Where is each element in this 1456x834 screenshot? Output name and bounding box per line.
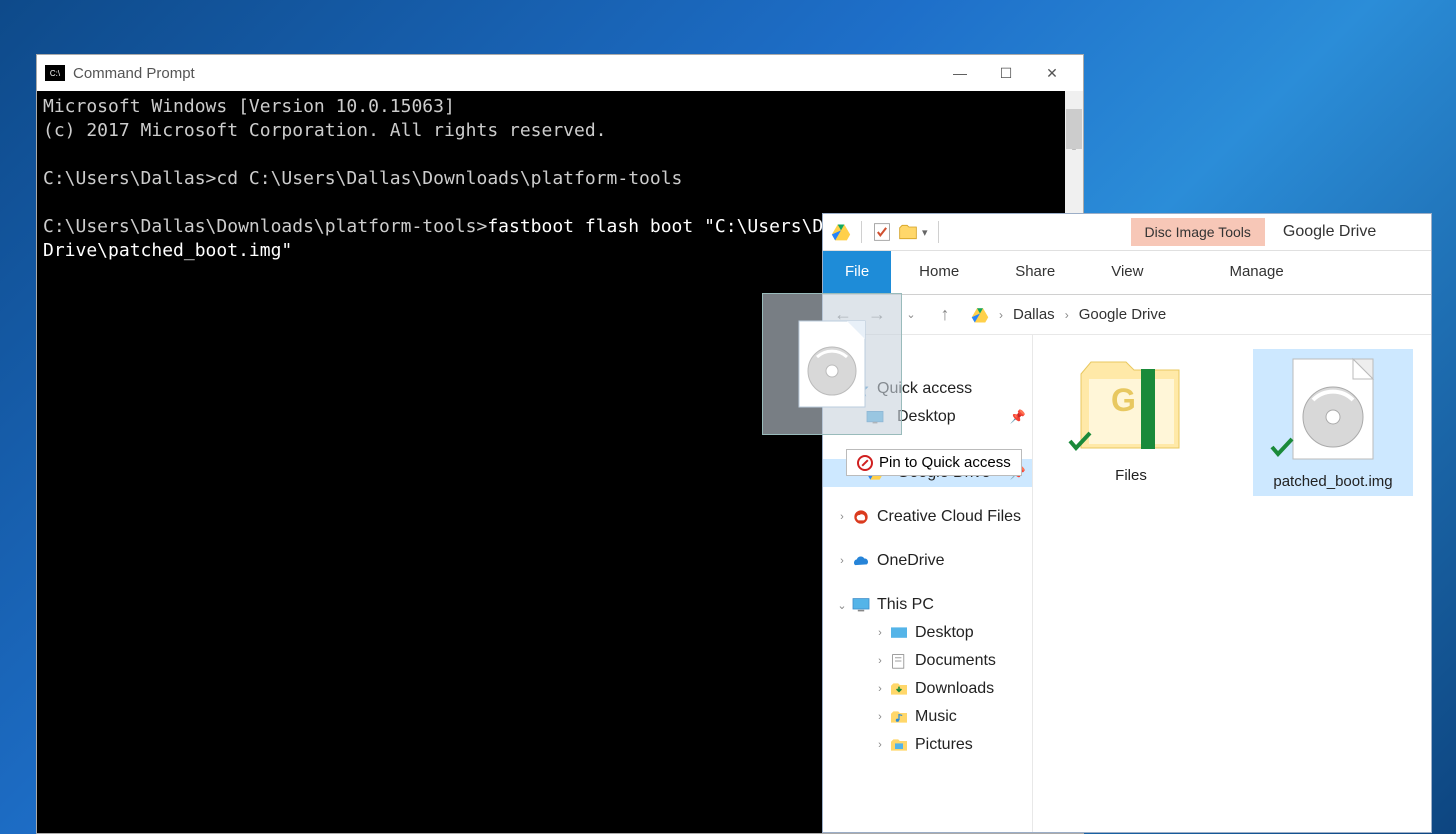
cmd-icon: C:\ [45,65,65,81]
breadcrumb-segment[interactable]: Dallas [1013,306,1055,323]
google-drive-icon [971,306,989,324]
tree-creative-cloud[interactable]: › Creative Cloud Files [823,503,1032,531]
tree-label: Creative Cloud Files [877,508,1021,526]
music-icon [889,709,909,725]
tree-onedrive[interactable]: › OneDrive [823,547,1032,575]
chevron-down-icon[interactable]: ⌄ [833,599,851,612]
minimize-button[interactable]: — [937,58,983,88]
tree-label: Documents [915,652,996,670]
disc-image-icon [797,319,867,409]
tree-label: Desktop [897,408,956,426]
tree-label: Pictures [915,736,973,754]
sync-checkmark-icon [1067,431,1093,451]
pin-icon[interactable]: 📌 [1010,409,1026,425]
file-item-disc-image[interactable]: patched_boot.img [1253,349,1413,496]
ribbon-tabs: File Home Share View Manage [823,251,1431,295]
tree-this-pc[interactable]: ⌄ This PC [823,591,1032,619]
breadcrumb[interactable]: › Dallas › Google Drive [971,306,1166,324]
chevron-right-icon[interactable]: › [999,308,1003,322]
tree-pc-pictures[interactable]: › Pictures [823,731,1032,759]
cmd-prompt: C:\Users\Dallas> [43,168,216,189]
chevron-right-icon[interactable]: › [871,627,889,639]
desktop-icon [889,625,909,641]
quick-access-toolbar: ▾ [823,221,951,243]
cmd-line: Microsoft Windows [Version 10.0.15063] [43,96,455,117]
chevron-right-icon[interactable]: › [871,655,889,667]
tab-file[interactable]: File [823,251,891,294]
pictures-icon [889,737,909,753]
pc-icon [851,597,871,613]
maximize-button[interactable]: ☐ [983,58,1029,88]
cmd-line: (c) 2017 Microsoft Corporation. All righ… [43,120,607,141]
sync-checkmark-icon [1269,437,1295,457]
chevron-right-icon[interactable]: › [833,555,851,567]
close-button[interactable]: ✕ [1029,58,1075,88]
file-label: Files [1051,467,1211,484]
context-tab-disc-image-tools[interactable]: Disc Image Tools [1131,218,1265,246]
breadcrumb-segment[interactable]: Google Drive [1079,306,1167,323]
up-button[interactable]: ↑ [931,301,959,329]
creative-cloud-icon [851,509,871,525]
tree-label: OneDrive [877,552,945,570]
file-item-folder[interactable]: G Files [1051,349,1211,484]
navigation-bar: ← → ⌄ ↑ › Dallas › Google Drive [823,295,1431,335]
properties-icon[interactable] [872,222,892,242]
svg-text:G: G [1111,382,1136,418]
tree-label: Music [915,708,957,726]
tab-manage[interactable]: Manage [1201,251,1311,294]
tree-label: Desktop [915,624,974,642]
explorer-titlebar[interactable]: ▾ Disc Image Tools Google Drive [823,214,1431,251]
onedrive-icon [851,553,871,569]
tab-view[interactable]: View [1083,251,1171,294]
dropdown-icon[interactable]: ▾ [922,226,928,239]
chevron-right-icon[interactable]: › [1065,308,1069,322]
tree-pc-desktop[interactable]: › Desktop [823,619,1032,647]
google-drive-icon[interactable] [831,222,851,242]
tab-share[interactable]: Share [987,251,1083,294]
cmd-input: cd C:\Users\Dallas\Downloads\platform-to… [216,168,682,189]
tooltip-text: Pin to Quick access [879,454,1011,471]
tab-home[interactable]: Home [891,251,987,294]
tree-pc-downloads[interactable]: › Downloads [823,675,1032,703]
documents-icon [889,653,909,669]
chevron-right-icon[interactable]: › [871,683,889,695]
cmd-titlebar[interactable]: C:\ Command Prompt — ☐ ✕ [37,55,1083,91]
tree-label: This PC [877,596,934,614]
drag-preview [762,293,902,435]
chevron-right-icon[interactable]: › [871,739,889,751]
tree-pc-music[interactable]: › Music [823,703,1032,731]
cmd-title: Command Prompt [73,65,937,82]
downloads-icon [889,681,909,697]
chevron-right-icon[interactable]: › [833,511,851,523]
file-label: patched_boot.img [1253,473,1413,490]
scroll-thumb[interactable] [1066,109,1082,149]
window-title: Google Drive [1283,223,1376,241]
tree-pc-documents[interactable]: › Documents [823,647,1032,675]
new-folder-icon[interactable] [898,222,918,242]
cmd-prompt: C:\Users\Dallas\Downloads\platform-tools… [43,216,487,237]
chevron-right-icon[interactable]: › [871,711,889,723]
file-list[interactable]: G Files p [1033,335,1431,832]
forbidden-icon [857,455,873,471]
tooltip-pin-quick-access: Pin to Quick access [846,449,1022,476]
file-explorer-window: ▾ Disc Image Tools Google Drive File Hom… [822,213,1432,833]
tree-label: Downloads [915,680,994,698]
